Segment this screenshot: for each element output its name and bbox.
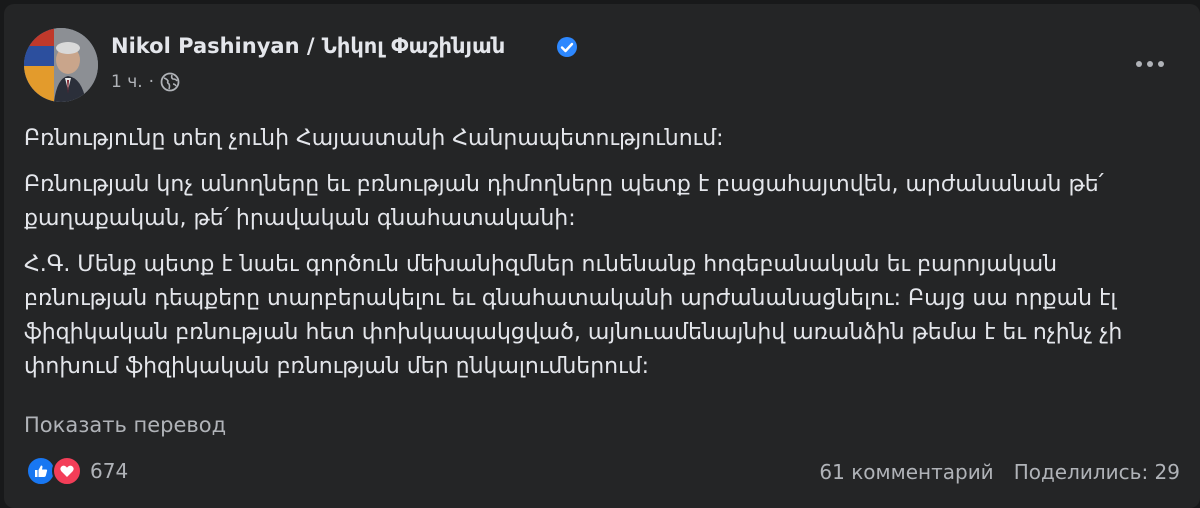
post-paragraph: Բռնությունը տեղ չունի Հայաստանի Հանրապետ… <box>24 126 724 151</box>
globe-icon[interactable] <box>160 72 180 92</box>
show-translation-link[interactable]: Показать перевод <box>24 413 226 437</box>
post-meta: 1 ч. · <box>111 72 180 92</box>
post-time[interactable]: 1 ч. <box>111 72 143 92</box>
post-card: Nikol Pashinyan / Նիկոլ Փաշինյան 1 ч. · … <box>4 4 1200 508</box>
author-name[interactable]: Nikol Pashinyan / Նիկոլ Փաշինյան <box>111 34 505 58</box>
shares-count-link[interactable]: Поделились: 29 <box>1014 460 1180 484</box>
more-options-icon[interactable] <box>1128 50 1172 78</box>
reactions-summary[interactable]: 674 <box>26 456 128 486</box>
post-stats: 61 комментарий Поделились: 29 <box>819 460 1180 484</box>
verified-badge-icon <box>557 37 577 57</box>
post-paragraph: Հ.Գ. Մենք պետք է նաեւ գործուն մեխանիզմնե… <box>24 252 1123 379</box>
avatar[interactable] <box>24 28 98 102</box>
love-icon <box>52 456 82 486</box>
comments-count-link[interactable]: 61 комментарий <box>819 460 993 484</box>
post-text: Բռնությունը տեղ չունի Հայաստանի Հանրապետ… <box>24 122 1184 396</box>
post-paragraph: Բռնության կոչ անողները եւ բռնության դիմո… <box>24 172 1104 231</box>
meta-separator: · <box>148 72 155 92</box>
reaction-count: 674 <box>90 459 129 483</box>
